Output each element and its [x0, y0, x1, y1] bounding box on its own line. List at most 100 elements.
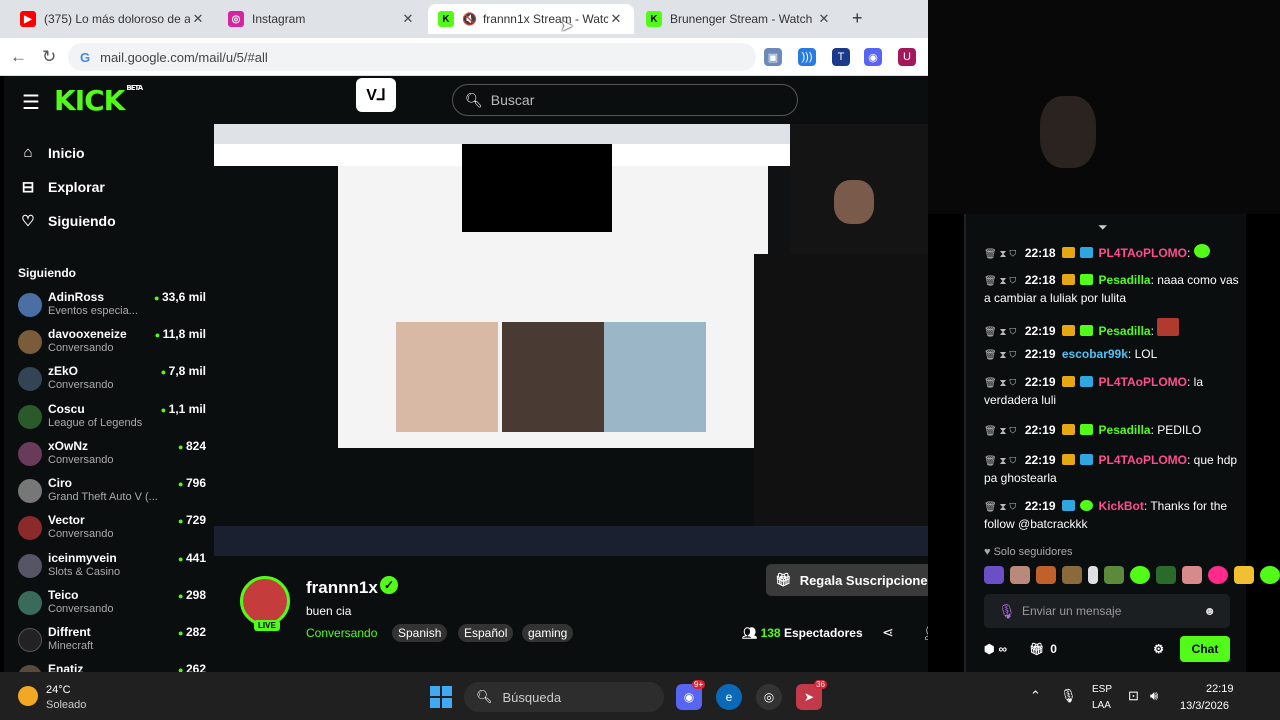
sun-icon[interactable] [18, 686, 38, 706]
message-user[interactable]: PL4TAoPLOMO [1099, 453, 1187, 467]
emoji-icon[interactable]: ☻ [1203, 604, 1216, 618]
microphone-icon[interactable]: 🎙︎ [1060, 688, 1077, 704]
message-user[interactable]: PL4TAoPLOMO [1099, 246, 1187, 260]
microphone-icon[interactable]: 🎙︎ [998, 603, 1016, 620]
delete-icon[interactable]: 🗑︎ ⧗ ⛉ [984, 350, 1016, 361]
delete-icon[interactable]: 🗑︎ ⧗ ⛉ [984, 378, 1016, 389]
language-top[interactable]: ESP [1092, 684, 1112, 695]
delete-icon[interactable]: 🗑︎ ⧗ ⛉ [984, 426, 1016, 437]
volume-icon[interactable]: 🔊︎ [1150, 688, 1158, 704]
message-user[interactable]: escobar99k [1062, 347, 1128, 361]
chat-send-button[interactable]: Chat [1180, 636, 1230, 662]
streamer-name[interactable]: frannn1x [306, 578, 378, 598]
channel-item-coscu[interactable]: Coscu League of Legends 1,1 mil [18, 402, 206, 438]
stream-category[interactable]: Conversando [306, 626, 377, 640]
translate-extension-icon[interactable]: T [832, 48, 850, 66]
tab-brunenger[interactable]: K Brunenger Stream - Watch Live ✕ [636, 4, 842, 34]
close-icon[interactable]: ✕ [400, 11, 416, 27]
close-icon[interactable]: ✕ [608, 11, 624, 27]
emote-icon[interactable] [1010, 566, 1030, 584]
address-bar[interactable]: G mail.google.com/mail/u/5/#all [68, 43, 756, 71]
kick-logo[interactable]: KICK BETA [54, 84, 143, 117]
back-icon[interactable]: ← [10, 47, 27, 67]
reload-icon[interactable]: ↻ [42, 47, 56, 67]
network-icon[interactable]: ⊡ [1128, 688, 1139, 704]
tab-youtube[interactable]: ▶ (375) Lo más doloroso de amar... ✕ [10, 4, 216, 34]
emote-icon[interactable] [1260, 566, 1280, 584]
channel-item-vector[interactable]: Vector Conversando 729 [18, 513, 206, 549]
channel-item-enatiz[interactable]: Enatiz 262 [18, 662, 206, 672]
clock-time[interactable]: 22:19 [1206, 683, 1234, 695]
emote-icon[interactable] [1104, 566, 1124, 584]
gift-subs-button[interactable]: 🎁︎ Regala Suscripciones [766, 564, 928, 596]
emote-icon[interactable] [1130, 566, 1150, 584]
channel-item-iceinmyvein[interactable]: iceinmyvein Slots & Casino 441 [18, 551, 206, 587]
discord-extension-icon[interactable]: ◉ [864, 48, 882, 66]
streamer-avatar[interactable] [240, 576, 290, 626]
message-user[interactable]: KickBot [1099, 499, 1144, 513]
emote-icon[interactable] [1088, 566, 1098, 584]
channel-item-teico[interactable]: Teico Conversando 298 [18, 588, 206, 624]
delete-icon[interactable]: 🗑︎ ⧗ ⛉ [984, 327, 1016, 338]
settings-icon[interactable]: ⚙ [1153, 642, 1164, 656]
follow-user-icon[interactable]: 👤︎ [922, 624, 928, 641]
emote-icon[interactable] [1208, 566, 1228, 584]
nav-siguiendo[interactable]: ♡ Siguiendo [18, 212, 115, 230]
points-icon[interactable]: ⬢ [984, 642, 994, 656]
channel-item-zeko[interactable]: zEkO Conversando 7,8 mil [18, 364, 206, 400]
channel-item-ciro[interactable]: Ciro Grand Theft Auto V (... 796 [18, 476, 206, 512]
emote-icon[interactable] [1182, 566, 1202, 584]
gift-icon: 🎁︎ [775, 572, 792, 587]
delete-icon[interactable]: 🗑︎ ⧗ ⛉ [984, 249, 1016, 260]
tab-instagram[interactable]: ◎ Instagram ✕ [218, 4, 426, 34]
viewers-number: 138 [760, 626, 781, 640]
chrome-icon[interactable]: ◎ [756, 684, 782, 710]
weather-temp[interactable]: 24°C [46, 684, 71, 696]
channel-category: Grand Theft Auto V (... [48, 491, 158, 503]
nav-explorar[interactable]: ⊟ Explorar [18, 178, 105, 196]
screenshot-extension-icon[interactable]: ▣ [764, 48, 782, 66]
emote-icon[interactable] [1156, 566, 1176, 584]
delete-icon[interactable]: 🗑︎ ⧗ ⛉ [984, 502, 1016, 513]
nav-inicio[interactable]: ⌂ Inicio [18, 144, 84, 161]
emote-icon[interactable] [1234, 566, 1254, 584]
language-bottom[interactable]: LAA [1092, 700, 1111, 711]
edge-icon[interactable]: e [716, 684, 742, 710]
windows-logo-tile [430, 698, 440, 708]
clock-date[interactable]: 13/3/2026 [1180, 700, 1229, 712]
channel-item-adinross[interactable]: AdinRoss Eventos especia... 33,6 mil [18, 290, 206, 326]
chat-input[interactable]: 🎙︎ Enviar un mensaje ☻ [984, 594, 1230, 628]
delete-icon[interactable]: 🗑︎ ⧗ ⛉ [984, 456, 1016, 467]
search-input[interactable]: 🔍︎ Buscar [452, 84, 798, 116]
message-user[interactable]: Pesadilla [1099, 324, 1151, 338]
tag-spanish[interactable]: Spanish [392, 624, 448, 642]
emote-icon[interactable] [984, 566, 1004, 584]
tag-espanol[interactable]: Español [458, 624, 514, 642]
emote-icon[interactable] [1036, 566, 1056, 584]
channel-item-diffrent[interactable]: Diffrent Minecraft 282 [18, 625, 206, 661]
share-icon[interactable]: ⋖ [882, 624, 894, 641]
menu-icon[interactable]: ☰ [22, 90, 40, 115]
channel-item-xownz[interactable]: xOwNz Conversando 824 [18, 439, 206, 475]
channel-item-davooxeneize[interactable]: davooxeneize Conversando 11,8 mil [18, 327, 206, 363]
tab-frannn1x[interactable]: K 🔇 frannn1x Stream - Watch Li ✕ [428, 4, 634, 34]
mute-icon[interactable]: 🔇 [462, 12, 477, 26]
emote-icon[interactable] [1062, 566, 1082, 584]
ublock-extension-icon[interactable]: U [898, 48, 916, 66]
message-user[interactable]: PL4TAoPLOMO [1099, 375, 1187, 389]
tag-gaming[interactable]: gaming [522, 624, 574, 642]
start-button[interactable] [430, 686, 452, 708]
close-icon[interactable]: ✕ [816, 11, 832, 27]
message-user[interactable]: Pesadilla [1099, 273, 1151, 287]
new-tab-icon[interactable]: + [852, 8, 863, 29]
chevron-up-icon[interactable]: ⌃ [1030, 688, 1041, 704]
gift-icon[interactable]: 🎁︎ [1029, 642, 1044, 656]
delete-icon[interactable]: 🗑︎ ⧗ ⛉ [984, 276, 1016, 287]
close-icon[interactable]: ✕ [190, 11, 206, 27]
weather-desc[interactable]: Soleado [46, 699, 86, 711]
chat-collapse-icon[interactable]: ⏷ [1098, 220, 1108, 235]
taskbar-search[interactable]: 🔍︎ Búsqueda [464, 682, 664, 712]
video-player[interactable] [214, 124, 928, 556]
message-user[interactable]: Pesadilla [1099, 423, 1151, 437]
audio-extension-icon[interactable]: ))) [798, 48, 816, 66]
